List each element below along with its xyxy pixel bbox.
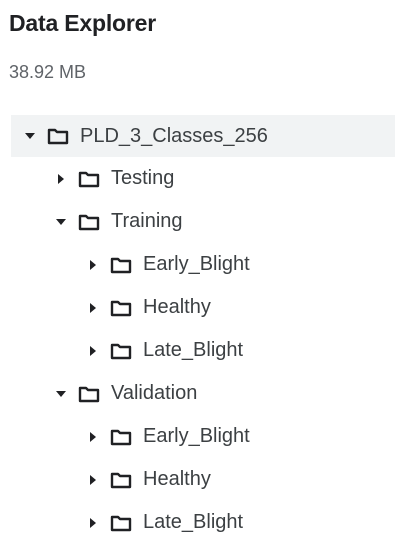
tree-item-training[interactable]: Training xyxy=(0,200,395,243)
folder-icon xyxy=(47,127,69,145)
tree-item-validation-healthy[interactable]: Healthy xyxy=(0,458,395,501)
caret-right-icon[interactable] xyxy=(86,301,100,315)
tree-item-label: Early_Blight xyxy=(143,425,250,447)
tree-item-validation[interactable]: Validation xyxy=(0,372,395,415)
tree-item-validation-early-blight[interactable]: Early_Blight xyxy=(0,415,395,458)
folder-icon xyxy=(78,213,100,231)
folder-icon xyxy=(110,471,132,489)
caret-down-icon[interactable] xyxy=(23,129,37,143)
caret-right-icon[interactable] xyxy=(86,473,100,487)
folder-icon xyxy=(78,170,100,188)
folder-icon xyxy=(78,385,100,403)
caret-right-icon[interactable] xyxy=(54,172,68,186)
folder-icon xyxy=(110,342,132,360)
tree-item-testing[interactable]: Testing xyxy=(0,157,395,200)
file-tree: PLD_3_Classes_256 Testing Training Early… xyxy=(0,115,395,544)
caret-down-icon[interactable] xyxy=(54,215,68,229)
data-explorer-panel: Data Explorer 38.92 MB PLD_3_Classes_256… xyxy=(0,0,395,535)
tree-item-label: Late_Blight xyxy=(143,511,244,533)
folder-icon xyxy=(110,299,132,317)
tree-item-label: Validation xyxy=(111,382,198,404)
caret-right-icon[interactable] xyxy=(86,344,100,358)
folder-icon xyxy=(110,514,132,532)
tree-item-label: Healthy xyxy=(143,296,211,318)
tree-item-label: Late_Blight xyxy=(143,339,244,361)
tree-item-training-late-blight[interactable]: Late_Blight xyxy=(0,329,395,372)
caret-right-icon[interactable] xyxy=(86,258,100,272)
tree-item-label: Healthy xyxy=(143,468,211,490)
tree-item-root[interactable]: PLD_3_Classes_256 xyxy=(11,115,395,157)
tree-item-label: PLD_3_Classes_256 xyxy=(80,124,268,147)
folder-icon xyxy=(110,428,132,446)
caret-right-icon[interactable] xyxy=(86,516,100,530)
tree-item-training-healthy[interactable]: Healthy xyxy=(0,286,395,329)
caret-down-icon[interactable] xyxy=(54,387,68,401)
tree-item-label: Testing xyxy=(111,167,175,189)
folder-icon xyxy=(110,256,132,274)
tree-item-validation-late-blight[interactable]: Late_Blight xyxy=(0,501,395,544)
tree-item-label: Training xyxy=(111,210,183,232)
tree-item-label: Early_Blight xyxy=(143,253,250,275)
tree-item-training-early-blight[interactable]: Early_Blight xyxy=(0,243,395,286)
dataset-size: 38.92 MB xyxy=(9,62,87,82)
panel-title: Data Explorer xyxy=(9,10,156,36)
caret-right-icon[interactable] xyxy=(86,430,100,444)
